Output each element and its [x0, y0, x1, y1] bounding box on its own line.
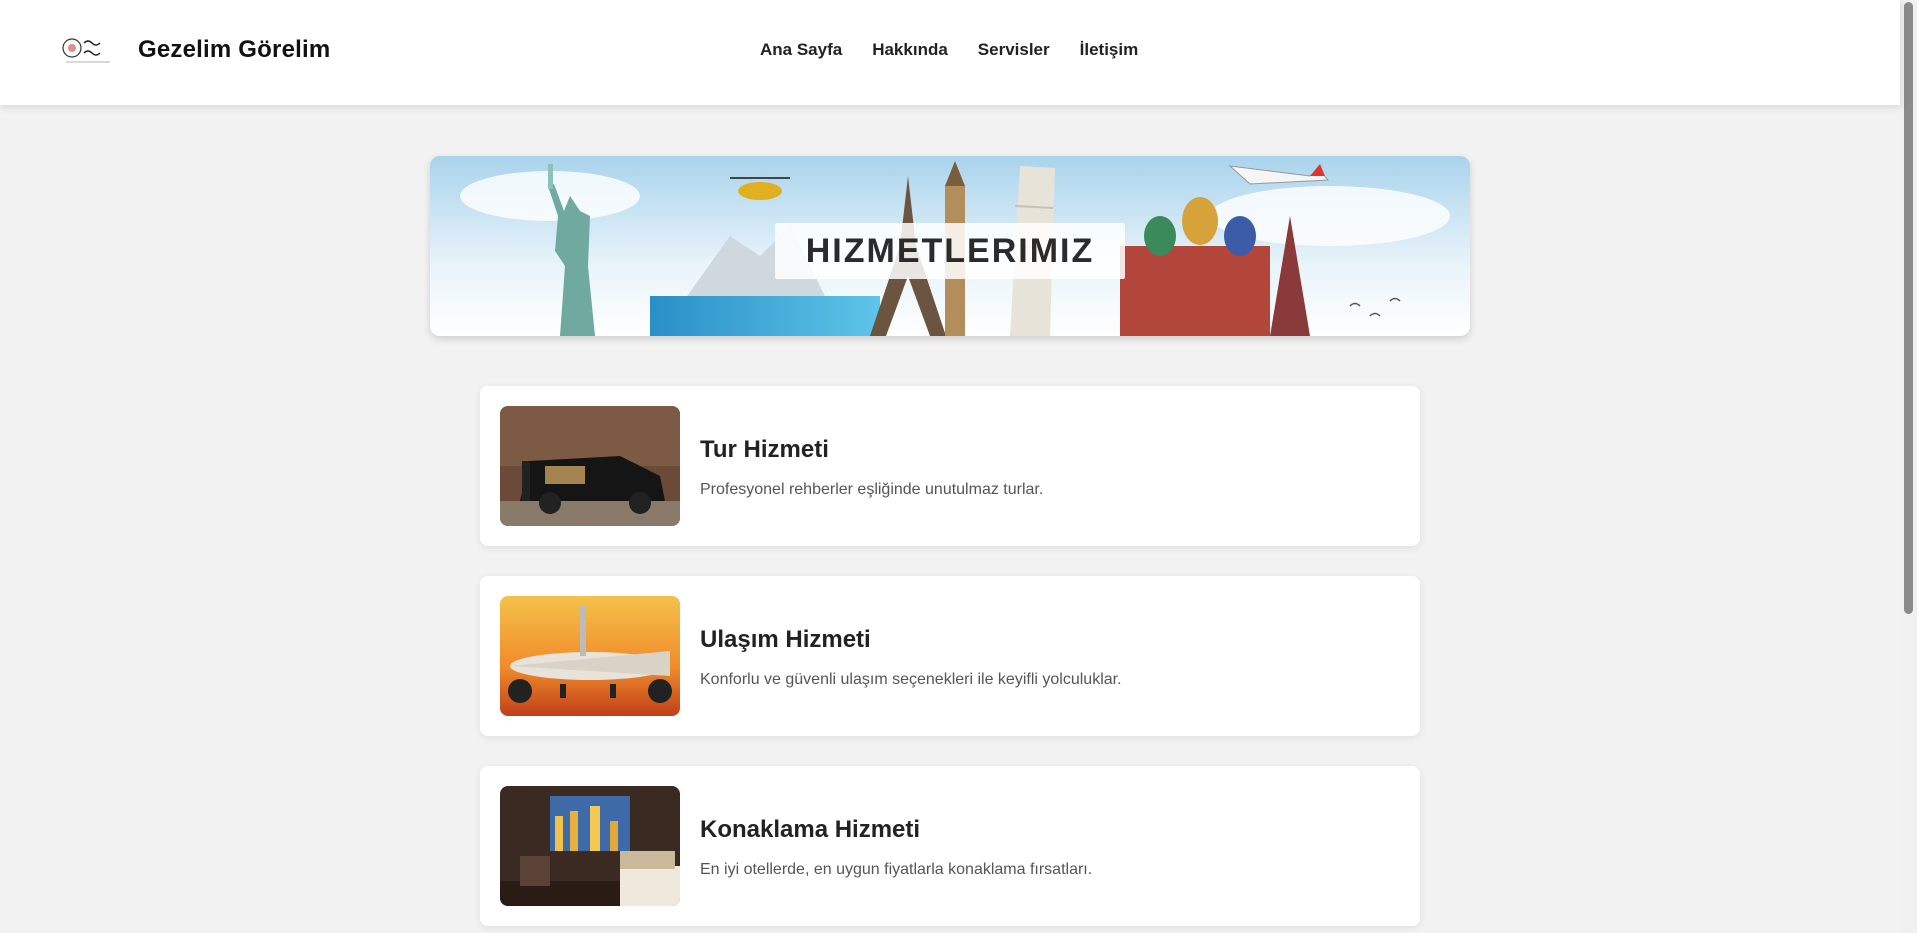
nav-about[interactable]: Hakkında: [872, 40, 948, 60]
services-banner: HIZMETLERIMIZ: [430, 156, 1470, 336]
nav-home[interactable]: Ana Sayfa: [760, 40, 842, 60]
airplane-sunset-image: [500, 596, 680, 716]
service-desc: Konforlu ve güvenli ulaşım seçenekleri i…: [700, 671, 1122, 688]
brand-name[interactable]: Gezelim Görelim: [138, 36, 330, 64]
scrollbar-thumb[interactable]: [1904, 2, 1913, 614]
hotel-room-image: [500, 786, 680, 906]
nav-contact[interactable]: İletişim: [1080, 40, 1139, 60]
service-title: Ulaşım Hizmeti: [700, 626, 871, 653]
nav-services[interactable]: Servisler: [978, 40, 1050, 60]
service-card-transport[interactable]: Ulaşım Hizmeti Konforlu ve güvenli ulaşı…: [480, 576, 1420, 736]
service-desc: En iyi otellerde, en uygun fiyatlarla ko…: [700, 861, 1093, 878]
black-van-image: [500, 406, 680, 526]
service-card-accommodation[interactable]: Konaklama Hizmeti En iyi otellerde, en u…: [480, 766, 1420, 926]
banner-title: HIZMETLERIMIZ: [775, 223, 1125, 279]
service-card-tour[interactable]: Tur Hizmeti Profesyonel rehberler eşliği…: [480, 386, 1420, 546]
service-desc: Profesyonel rehberler eşliğinde unutulma…: [700, 481, 1044, 498]
main-nav: Ana Sayfa Hakkında Servisler İletişim: [760, 40, 1168, 60]
site-header: Gezelim Görelim Ana Sayfa Hakkında Servi…: [0, 0, 1900, 105]
scrollbar[interactable]: [1900, 0, 1917, 933]
service-title: Konaklama Hizmeti: [700, 816, 921, 843]
logo-icon[interactable]: [62, 35, 114, 65]
service-title: Tur Hizmeti: [700, 436, 829, 463]
